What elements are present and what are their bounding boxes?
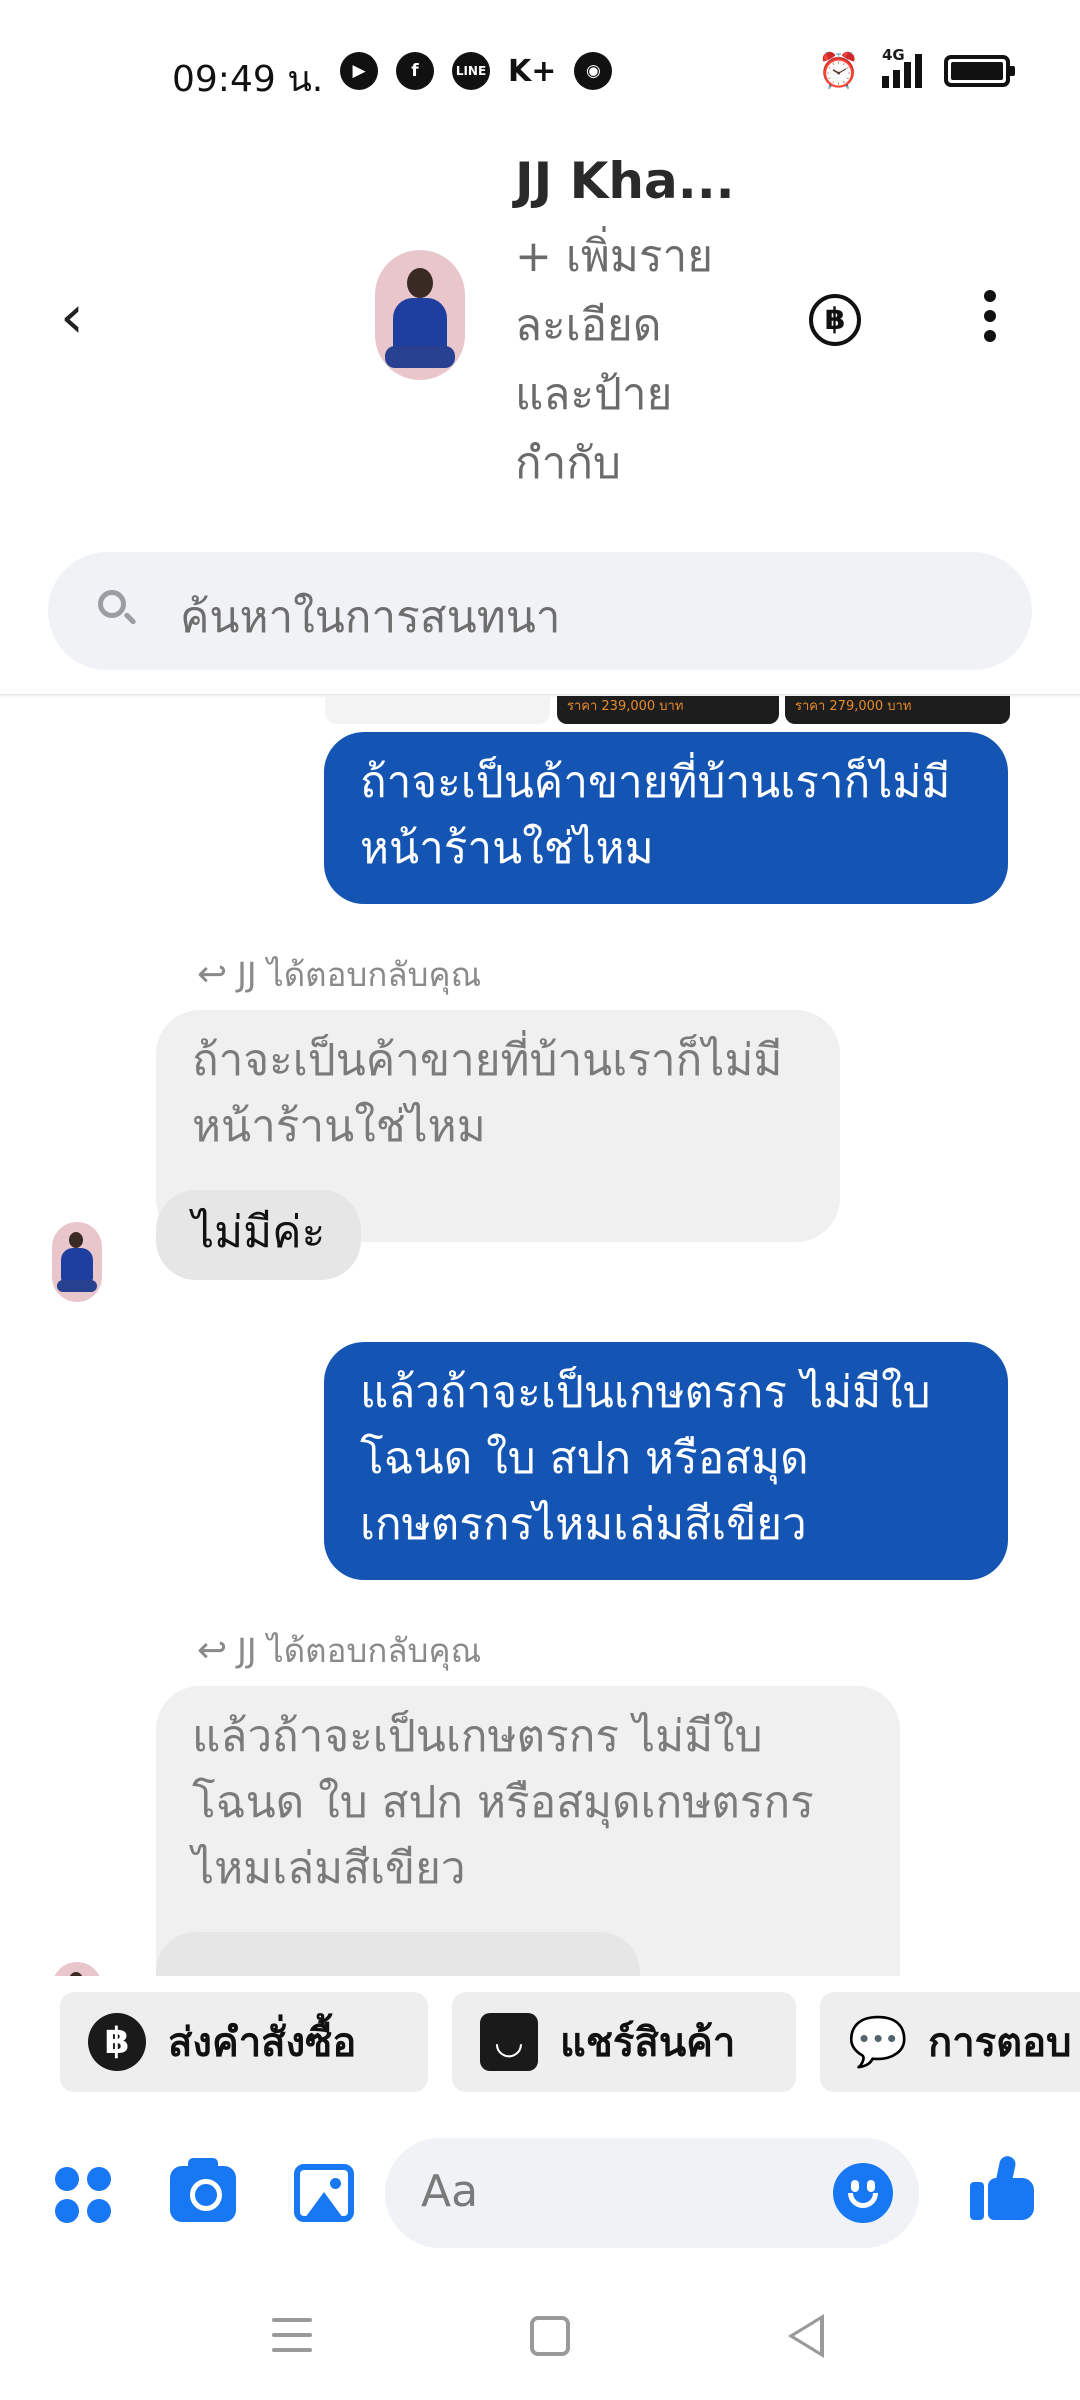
- reply-label-text: JJ ได้ตอบกลับคุณ: [237, 1631, 482, 1670]
- outgoing-message[interactable]: ถ้าจะเป็นค้าขายที่บ้านเราก็ไม่มี หน้าร้า…: [324, 732, 1008, 904]
- apps-icon[interactable]: [55, 2167, 113, 2225]
- payment-button[interactable]: ฿: [809, 294, 861, 346]
- incoming-message[interactable]: ไม่มีค่ะ: [156, 1190, 362, 1280]
- quoted-line: หน้าร้านใช่ไหม: [192, 1101, 486, 1152]
- back-button[interactable]: ‹: [60, 282, 110, 352]
- search-placeholder: ค้นหาในการสนทนา: [180, 592, 561, 643]
- subtitle-line: ละเอียด: [515, 300, 662, 351]
- incoming-message[interactable]: [156, 1932, 640, 1976]
- system-icons: ⏰ 4G: [817, 46, 1015, 91]
- signal-icon: 4G: [882, 46, 922, 88]
- message-line: แล้วถ้าจะเป็นเกษตรกร ไม่มีใบ: [360, 1367, 931, 1418]
- quoted-line: ถ้าจะเป็นค้าขายที่บ้านเราก็ไม่มี: [192, 1035, 783, 1086]
- message-list[interactable]: ราคา 239,000 บาท ราคา 279,000 บาท ถ้าจะเ…: [0, 696, 1080, 1976]
- chat-bubbles-icon: 💬: [848, 2014, 908, 2070]
- message-placeholder: Aa: [421, 2166, 479, 2217]
- emoji-icon[interactable]: [833, 2163, 893, 2223]
- quick-actions-bar: ฿ ส่งคำสั่งซื้อ ◡ แชร์สินค้า 💬 การตอบ: [60, 1992, 1080, 2092]
- battery-icon: [944, 55, 1015, 87]
- status-bar: 09:49 น. ▶ f LINE K+ ◉ ⏰ 4G: [0, 0, 1080, 140]
- reply-label-text: JJ ได้ตอบกลับคุณ: [237, 955, 482, 994]
- quoted-line: โฉนด ใบ สปก หรือสมุดเกษตรกร: [192, 1777, 814, 1828]
- subtitle-line: + เพิ่มราย: [515, 231, 714, 282]
- share-product-button[interactable]: ◡ แชร์สินค้า: [452, 1992, 796, 2092]
- sender-avatar[interactable]: [52, 1962, 102, 1976]
- quoted-line: ไหมเล่มสีเขียว: [192, 1843, 466, 1894]
- message-line: ถ้าจะเป็นค้าขายที่บ้านเราก็ไม่มี: [360, 757, 951, 808]
- attachment-card: [325, 696, 550, 724]
- reply-label: ↩ JJ ได้ตอบกลับคุณ: [197, 948, 481, 1001]
- add-details-link[interactable]: + เพิ่มราย ละเอียด และป้าย กำกับ: [515, 222, 745, 498]
- send-order-button[interactable]: ฿ ส่งคำสั่งซื้อ: [60, 1992, 428, 2092]
- shopping-bag-icon: ◡: [480, 2013, 538, 2071]
- send-order-label: ส่งคำสั่งซื้อ: [168, 2020, 357, 2066]
- message-line: หน้าร้านใช่ไหม: [360, 823, 654, 874]
- status-time: 09:49 น.: [172, 59, 324, 100]
- contact-name[interactable]: JJ Kha...: [515, 152, 735, 210]
- gallery-icon[interactable]: [294, 2164, 354, 2222]
- attachment-image: ราคา 239,000 บาท: [557, 696, 779, 724]
- quoted-line: แล้วถ้าจะเป็นเกษตรกร ไม่มีใบ: [192, 1711, 763, 1762]
- facebook-icon: f: [396, 52, 434, 90]
- replies-label: การตอบ: [928, 2020, 1072, 2066]
- subtitle-line: และป้าย: [515, 369, 673, 420]
- message-composer: Aa: [0, 2120, 1080, 2270]
- camera-icon[interactable]: [170, 2158, 236, 2222]
- outgoing-message[interactable]: แล้วถ้าจะเป็นเกษตรกร ไม่มีใบ โฉนด ใบ สปก…: [324, 1342, 1008, 1580]
- home-icon[interactable]: [530, 2316, 570, 2356]
- search-icon: [98, 590, 137, 626]
- reply-arrow-icon: ↩: [197, 954, 228, 995]
- back-nav-icon[interactable]: [788, 2314, 824, 2358]
- baht-icon: ฿: [88, 2013, 146, 2071]
- message-text: ไม่มีค่ะ: [192, 1207, 326, 1258]
- subtitle-line: กำกับ: [515, 438, 621, 489]
- message-line: เกษตรกรไหมเล่มสีเขียว: [360, 1499, 807, 1550]
- previous-attachment[interactable]: ราคา 239,000 บาท ราคา 279,000 บาท: [325, 696, 1010, 724]
- message-input[interactable]: Aa: [385, 2138, 919, 2248]
- thumbs-up-icon[interactable]: [970, 2154, 1036, 2222]
- system-navigation-bar: [0, 2300, 1080, 2400]
- chrome-icon: ◉: [574, 52, 613, 90]
- alarm-icon: ⏰: [817, 51, 860, 91]
- recent-apps-icon[interactable]: [272, 2318, 312, 2354]
- notification-icons: ▶ f LINE K+ ◉: [340, 52, 613, 90]
- line-icon: LINE: [452, 52, 490, 90]
- share-product-label: แชร์สินค้า: [560, 2020, 736, 2066]
- sender-avatar[interactable]: [52, 1222, 102, 1302]
- network-type-label: 4G: [882, 46, 905, 64]
- screen-record-icon: ▶: [340, 52, 378, 90]
- search-input[interactable]: ค้นหาในการสนทนา: [48, 552, 1032, 670]
- contact-avatar[interactable]: [375, 250, 465, 380]
- attachment-image: ราคา 279,000 บาท: [785, 696, 1010, 724]
- kplus-icon: K+: [508, 53, 557, 89]
- replies-button[interactable]: 💬 การตอบ: [820, 1992, 1080, 2092]
- message-line: โฉนด ใบ สปก หรือสมุด: [360, 1433, 809, 1484]
- reply-arrow-icon: ↩: [197, 1630, 228, 1671]
- reply-label: ↩ JJ ได้ตอบกลับคุณ: [197, 1624, 481, 1677]
- more-options-icon[interactable]: [975, 290, 1005, 350]
